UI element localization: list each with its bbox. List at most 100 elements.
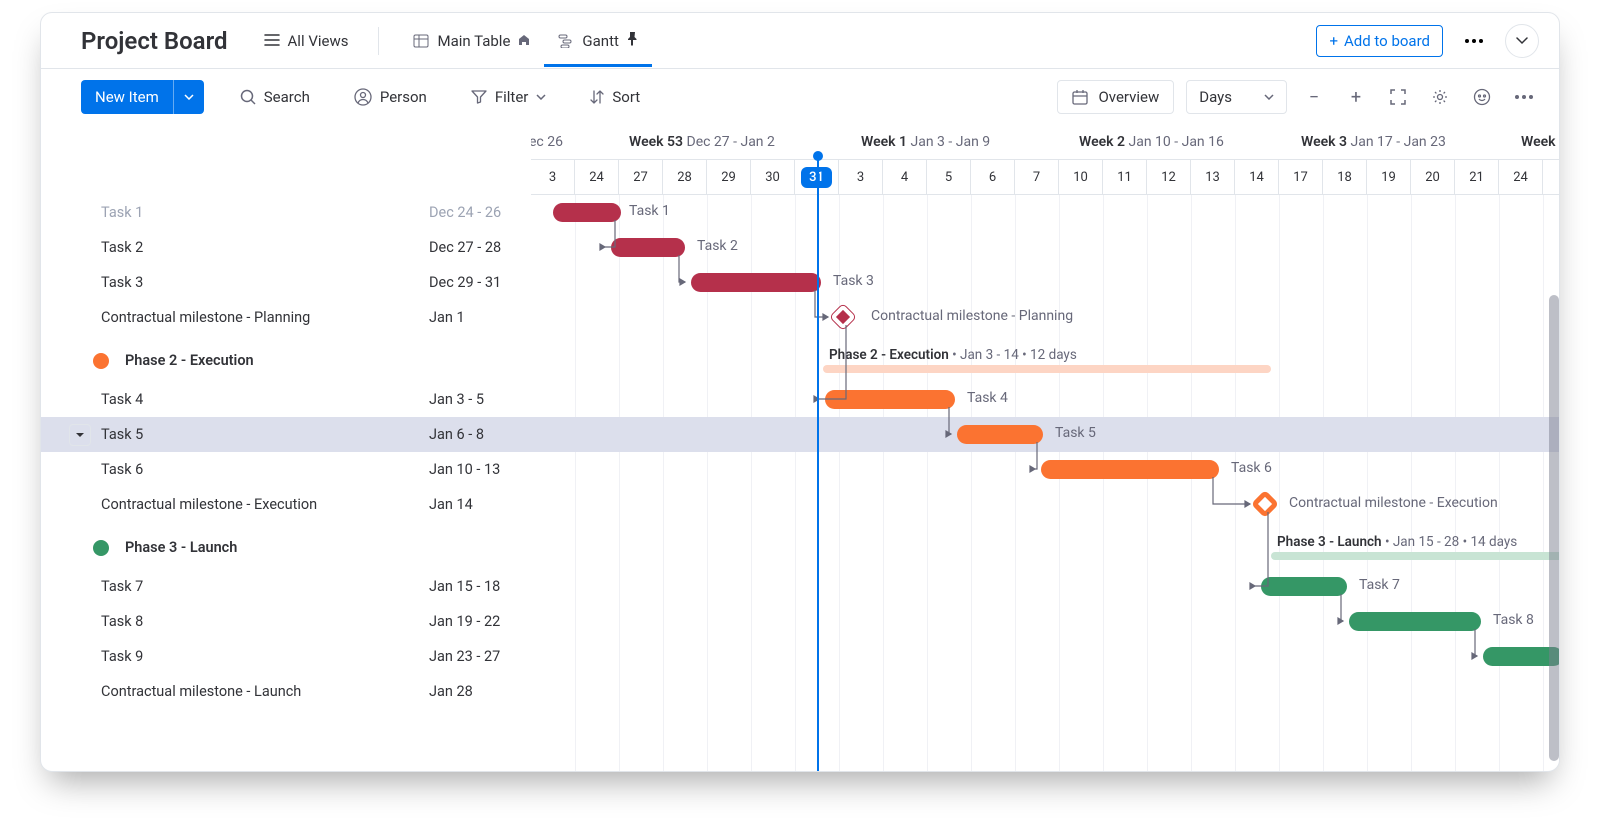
day-column[interactable]: 21 (1455, 160, 1499, 194)
task-row[interactable]: Task 9Jan 23 - 27 (41, 639, 531, 674)
week-label: Week 2 Jan 10 - Jan 16 (1079, 134, 1224, 150)
table-icon (413, 33, 429, 49)
gantt-bar[interactable] (1261, 577, 1347, 596)
task-row[interactable]: Task 5Jan 6 - 8 (41, 417, 531, 452)
gantt-row (531, 639, 1559, 674)
gantt-timeline[interactable]: ec 26 Week 53 Dec 27 - Jan 2 Week 1 Jan 3… (531, 125, 1559, 771)
day-column[interactable]: 6 (971, 160, 1015, 194)
task-dates: Jan 1 (429, 309, 465, 326)
tab-gantt[interactable]: Gantt (544, 15, 651, 67)
gantt-row: Contractual milestone - Execution (531, 487, 1559, 522)
scrollbar[interactable] (1549, 295, 1559, 761)
week-label: Week 1 Jan 3 - Jan 9 (861, 134, 990, 150)
task-row[interactable]: Task 4Jan 3 - 5 (41, 382, 531, 417)
tab-main-table[interactable]: Main Table (399, 15, 544, 66)
new-item-dropdown[interactable] (173, 80, 204, 114)
more-options-button[interactable] (1457, 24, 1491, 58)
day-column[interactable]: 12 (1147, 160, 1191, 194)
day-column[interactable]: 13 (1191, 160, 1235, 194)
pin-icon (627, 32, 638, 50)
task-row[interactable]: Contractual milestone - ExecutionJan 14 (41, 487, 531, 522)
day-column[interactable]: 11 (1103, 160, 1147, 194)
day-column[interactable]: 20 (1411, 160, 1455, 194)
filter-icon (471, 90, 487, 104)
timescale-select[interactable]: Days (1186, 80, 1287, 114)
task-row[interactable]: Task 2Dec 27 - 28 (41, 230, 531, 265)
day-column[interactable]: 18 (1323, 160, 1367, 194)
new-item-button[interactable]: New Item (81, 80, 204, 114)
task-name: Contractual milestone - Launch (101, 683, 301, 700)
gantt-bar[interactable] (1041, 460, 1219, 479)
views-list-icon (264, 32, 280, 50)
day-column[interactable]: 10 (1059, 160, 1103, 194)
task-dates: Jan 28 (429, 683, 473, 700)
day-column[interactable]: 28 (663, 160, 707, 194)
collapse-button[interactable] (1505, 24, 1539, 58)
day-column[interactable]: 3 (839, 160, 883, 194)
task-name: Phase 2 - Execution (121, 352, 254, 369)
day-column[interactable]: 5 (927, 160, 971, 194)
task-row[interactable]: Task 3Dec 29 - 31 (41, 265, 531, 300)
group-row[interactable]: Phase 3 - Launch (41, 530, 531, 565)
gantt-row: Phase 3 - Launch • Jan 15 - 28 • 14 days (531, 528, 1559, 563)
person-filter-button[interactable]: Person (346, 82, 435, 112)
gantt-row: Task 8 (531, 604, 1559, 639)
day-column[interactable]: 4 (883, 160, 927, 194)
row-expand-button[interactable] (69, 424, 91, 446)
gantt-row: Task 4 (531, 382, 1559, 417)
task-name: Task 9 (101, 648, 143, 665)
add-to-board-button[interactable]: + Add to board (1316, 25, 1443, 57)
group-row[interactable]: Phase 2 - Execution (41, 343, 531, 378)
phase-underline (823, 365, 1271, 373)
day-column[interactable]: 17 (1279, 160, 1323, 194)
task-row[interactable]: Task 8Jan 19 - 22 (41, 604, 531, 639)
task-row[interactable]: Contractual milestone - PlanningJan 1 (41, 300, 531, 335)
task-row[interactable]: Contractual milestone - Launch Jan 28 (41, 674, 531, 709)
all-views-label: All Views (288, 32, 349, 50)
milestone-diamond[interactable] (1251, 490, 1279, 518)
gantt-bar[interactable] (825, 390, 955, 409)
task-list-panel: Task 1Dec 24 - 26Task 2Dec 27 - 28Task 3… (41, 125, 531, 771)
overview-button[interactable]: Overview (1057, 80, 1174, 114)
zoom-out-button[interactable]: − (1299, 82, 1329, 112)
gantt-bar[interactable] (553, 203, 621, 222)
search-button[interactable]: Search (232, 82, 318, 112)
task-row[interactable]: Task 7Jan 15 - 18 (41, 569, 531, 604)
day-column[interactable]: 3 (531, 160, 575, 194)
sort-button[interactable]: Sort (582, 82, 648, 112)
bar-label: Contractual milestone - Execution (1289, 495, 1498, 511)
milestone-diamond[interactable] (829, 303, 857, 331)
filter-button[interactable]: Filter (463, 82, 555, 112)
week-label: Week 53 Dec 27 - Jan 2 (629, 134, 775, 150)
day-column[interactable]: 30 (751, 160, 795, 194)
bar-label: Task 8 (1493, 612, 1534, 628)
day-column[interactable]: 24 (575, 160, 619, 194)
week-label: ec 26 (531, 134, 563, 150)
day-column[interactable]: 29 (707, 160, 751, 194)
gantt-bar[interactable] (611, 238, 685, 257)
gantt-bar[interactable] (691, 273, 821, 292)
bar-label: Contractual milestone - Planning (871, 308, 1073, 324)
gantt-bar[interactable] (957, 425, 1043, 444)
new-item-label: New Item (81, 80, 173, 114)
day-column[interactable]: 2 (1543, 160, 1559, 194)
filter-label: Filter (495, 88, 529, 106)
task-row[interactable]: Task 1Dec 24 - 26 (41, 195, 531, 230)
day-column[interactable]: 24 (1499, 160, 1543, 194)
zoom-in-button[interactable]: + (1341, 82, 1371, 112)
gantt-bar[interactable] (1349, 612, 1481, 631)
fullscreen-button[interactable] (1383, 82, 1413, 112)
day-column[interactable]: 19 (1367, 160, 1411, 194)
gantt-row (531, 674, 1559, 709)
collaborate-button[interactable] (1467, 82, 1497, 112)
gantt-bar[interactable] (1483, 647, 1559, 666)
task-name: Task 8 (101, 613, 143, 630)
day-column[interactable]: 14 (1235, 160, 1279, 194)
task-row[interactable]: Task 6Jan 10 - 13 (41, 452, 531, 487)
settings-button[interactable] (1425, 82, 1455, 112)
all-views-button[interactable]: All Views (254, 26, 359, 56)
more-button[interactable] (1509, 82, 1539, 112)
gantt-row: Task 5 (531, 417, 1559, 452)
day-column[interactable]: 27 (619, 160, 663, 194)
day-column[interactable]: 7 (1015, 160, 1059, 194)
